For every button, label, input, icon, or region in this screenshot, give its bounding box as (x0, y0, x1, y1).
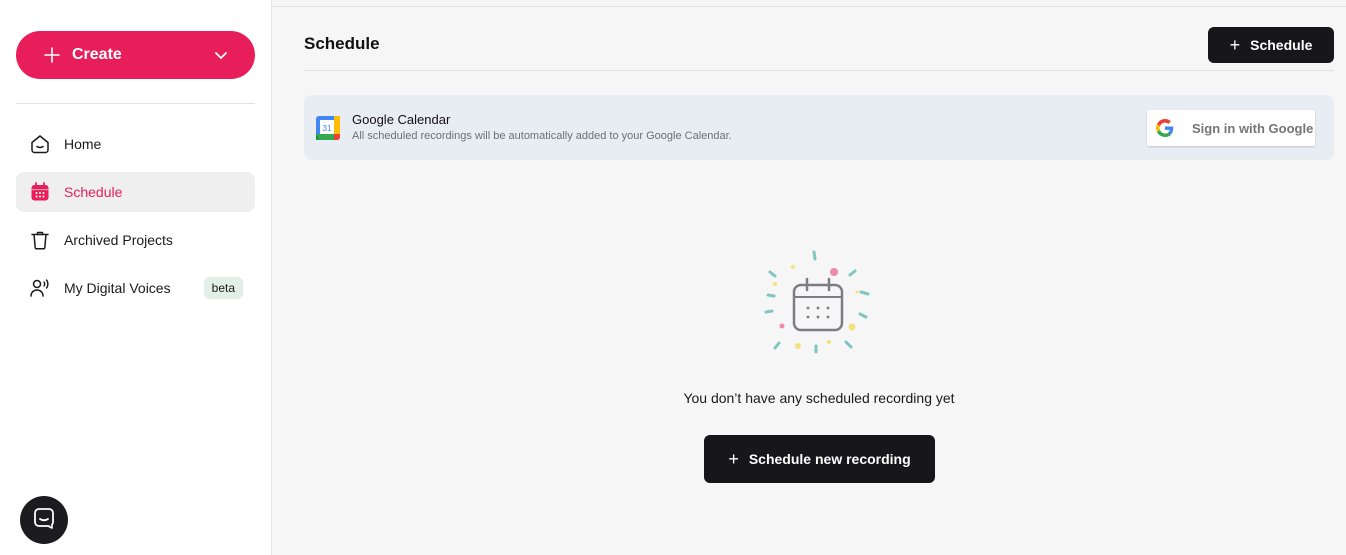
schedule-button-label: Schedule (1250, 37, 1313, 53)
schedule-new-recording-label: Schedule new recording (748, 451, 911, 467)
google-logo-icon (1155, 119, 1174, 137)
digital-voice-icon (28, 276, 52, 300)
beta-badge: beta (203, 277, 243, 299)
chevron-down-icon[interactable] (213, 47, 229, 63)
sidebar-divider (16, 103, 255, 104)
google-calendar-title: Google Calendar (352, 112, 451, 127)
plus-icon: + (728, 449, 739, 469)
sidebar: Create Home Schedule Archived Projects M… (0, 0, 272, 555)
empty-calendar-illustration (763, 250, 875, 356)
chat-support-button[interactable] (20, 496, 68, 544)
sidebar-item-my-digital-voices[interactable]: My Digital Voices beta (16, 268, 255, 308)
chat-icon (32, 506, 56, 535)
title-divider (304, 70, 1334, 71)
empty-state-message: You don’t have any scheduled recording y… (683, 390, 955, 406)
sidebar-item-schedule[interactable]: Schedule (16, 172, 255, 212)
home-icon (28, 132, 52, 156)
sidebar-item-label: My Digital Voices (64, 280, 171, 296)
top-divider (272, 6, 1346, 7)
sidebar-item-home[interactable]: Home (16, 124, 255, 164)
trash-icon (28, 228, 52, 252)
sidebar-item-archived-projects[interactable]: Archived Projects (16, 220, 255, 260)
sidebar-nav: Home Schedule Archived Projects My Digit… (16, 124, 255, 316)
schedule-new-recording-button[interactable]: + Schedule new recording (704, 435, 935, 483)
plus-icon: + (1229, 35, 1241, 55)
plus-icon (44, 47, 60, 63)
schedule-button[interactable]: + Schedule (1208, 27, 1334, 63)
sidebar-item-label: Archived Projects (64, 232, 173, 248)
calendar-day-text: 31 (323, 124, 332, 133)
google-calendar-banner: 31 Google Calendar All scheduled recordi… (304, 95, 1334, 160)
create-button-label: Create (72, 46, 122, 63)
calendar-icon (28, 180, 52, 204)
create-button[interactable]: Create (16, 31, 255, 79)
sidebar-item-label: Schedule (64, 184, 123, 200)
sidebar-item-label: Home (64, 136, 102, 152)
page-title: Schedule (304, 34, 380, 53)
sign-in-with-google-label: Sign in with Google (1192, 120, 1314, 136)
google-calendar-icon: 31 (316, 116, 340, 140)
google-calendar-description: All scheduled recordings will be automat… (352, 130, 732, 142)
sign-in-with-google-button[interactable]: Sign in with Google (1147, 110, 1315, 146)
